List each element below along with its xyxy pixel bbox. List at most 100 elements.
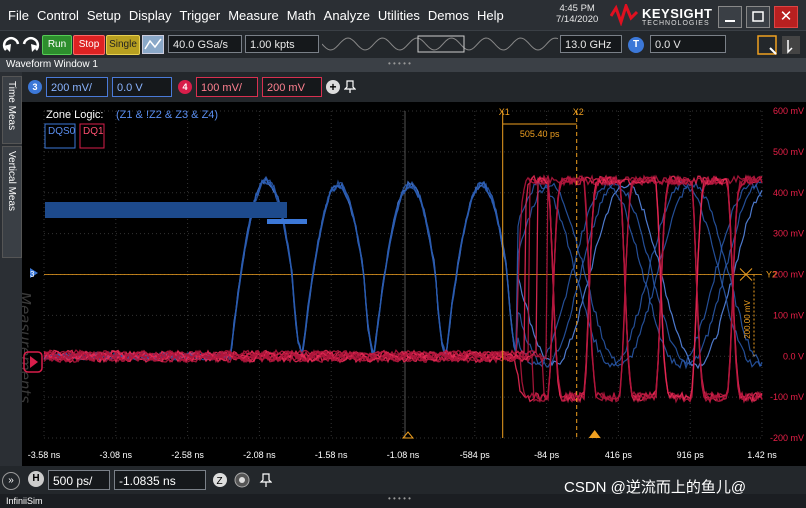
menu-analyze[interactable]: Analyze <box>324 8 370 23</box>
status-app-label: InfiniiSim <box>6 496 43 506</box>
csdn-watermark: CSDN @逆流而上的鱼儿@ <box>564 479 747 496</box>
ch4-scale-field[interactable]: 100 mV/ <box>196 77 258 97</box>
waveform-window-bar: Waveform Window 1 • • • • • <box>0 58 806 72</box>
add-channel-icon[interactable]: + <box>326 80 340 94</box>
undo-redo-icon[interactable] <box>2 34 40 56</box>
x-tick-label: 1.42 ns <box>747 450 777 460</box>
x-tick-label: -3.58 ns <box>28 450 61 460</box>
waveform-plot[interactable]: Measurements X1 X2 505.40 ps Y2 200.00 mV -3… <box>22 102 806 466</box>
measurements-watermark: Measurements <box>22 292 34 403</box>
menu-display[interactable]: Display <box>129 8 172 23</box>
status-drag-handle-icon[interactable]: • • • • • <box>388 492 411 506</box>
x-tick-label: -3.08 ns <box>100 450 133 460</box>
dqs0-label: DQS0 <box>48 126 76 137</box>
menu-items: File Control Setup Display Trigger Measure Mat… <box>8 8 512 23</box>
y-tick-label: -200 mV <box>770 433 804 443</box>
x1-label: X1 <box>499 107 510 117</box>
horizontal-controls: Z <box>213 472 272 488</box>
single-button[interactable]: Single <box>106 35 140 55</box>
horizontal-icon[interactable]: H <box>28 471 44 487</box>
menu-demos[interactable]: Demos <box>428 8 469 23</box>
logo-sub: TECHNOLOGIES <box>642 20 710 27</box>
x-tick-label: -1.08 ns <box>387 450 420 460</box>
time-label: 4:45 PM <box>559 3 595 14</box>
svg-text:Z: Z <box>217 476 223 487</box>
side-tabs: Time Meas Vertical Meas <box>0 72 22 466</box>
bandwidth-field[interactable]: 13.0 GHz <box>560 35 622 53</box>
sample-rate-field[interactable]: 40.0 GSa/s <box>168 35 242 53</box>
zone-logic-label: Zone Logic: <box>46 109 103 121</box>
zone-logic-expr: (Z1 & !Z2 & Z3 & Z4) <box>116 109 218 121</box>
timebase-field[interactable]: 500 ps/ <box>48 470 110 490</box>
expand-icon[interactable]: » <box>2 472 20 490</box>
channel-4-badge[interactable]: 4 <box>178 80 192 94</box>
zone-2-box[interactable] <box>267 219 307 224</box>
horizontal-position-field[interactable]: -1.0835 ns <box>114 470 206 490</box>
logo-brand: KEYSIGHT <box>642 6 713 21</box>
x-tick-label: 416 ps <box>605 450 633 460</box>
y-tick-label: 500 mV <box>773 147 804 157</box>
maximize-icon <box>752 11 764 22</box>
menu-help[interactable]: Help <box>477 8 504 23</box>
menu-utilities[interactable]: Utilities <box>378 8 420 23</box>
y-tick-label: 600 mV <box>773 106 804 116</box>
menu-trigger[interactable]: Trigger <box>179 8 220 23</box>
y-tick-label: 400 mV <box>773 188 804 198</box>
zone-1-box[interactable] <box>45 202 287 218</box>
minimize-button[interactable] <box>718 6 742 28</box>
menu-setup[interactable]: Setup <box>87 8 121 23</box>
delta-y-label: 200.00 mV <box>743 299 752 338</box>
pin-bottom-icon[interactable] <box>259 473 272 487</box>
pin-icon[interactable] <box>344 80 356 94</box>
memory-depth-field[interactable]: 1.00 kpts <box>245 35 319 53</box>
close-button[interactable]: ✕ <box>774 6 798 28</box>
maximize-button[interactable] <box>746 6 770 28</box>
waveform-overview[interactable] <box>322 35 558 54</box>
run-button[interactable]: Run <box>42 35 72 55</box>
toolbar: Run Stop Single 40.0 GSa/s 1.00 kpts 13.… <box>0 31 806 58</box>
channel-3-badge[interactable]: 3 <box>28 80 42 94</box>
menu-file[interactable]: File <box>8 8 29 23</box>
x-tick-label: -84 ps <box>534 450 560 460</box>
close-icon: ✕ <box>779 8 793 25</box>
datetime: 4:45 PM 7/14/2020 <box>556 3 598 25</box>
svg-text:3: 3 <box>30 270 35 279</box>
menu-bar: File Control Setup Display Trigger Measure Mat… <box>0 0 806 31</box>
ch4-offset-field[interactable]: 200 mV <box>262 77 322 97</box>
menu-math[interactable]: Math <box>287 8 316 23</box>
y-tick-label: 100 mV <box>773 310 804 320</box>
oscilloscope-display[interactable]: Measurements X1 X2505.40 psY2200.00 mV -3… <box>22 102 806 466</box>
y-tick-label: -100 mV <box>770 392 804 402</box>
tab-vertical-meas[interactable]: Vertical Meas <box>2 146 22 258</box>
x-tick-label: 916 ps <box>677 450 705 460</box>
keysight-wave-icon <box>609 1 639 27</box>
stop-button[interactable]: Stop <box>73 35 105 55</box>
ch3-scale-field[interactable]: 200 mV/ <box>46 77 108 97</box>
tab-vertical-meas-label: Vertical Meas <box>6 151 17 212</box>
x-tick-label: -2.58 ns <box>171 450 204 460</box>
minimize-icon <box>725 20 735 22</box>
x-tick-label: -584 ps <box>460 450 491 460</box>
y-tick-label: 200 mV <box>773 270 804 280</box>
dq1-label: DQ1 <box>83 126 104 137</box>
y-tick-label: 0.0 V <box>783 351 804 361</box>
waveform-window-title: Waveform Window 1 <box>6 59 98 70</box>
x2-label: X2 <box>573 107 584 117</box>
date-label: 7/14/2020 <box>556 14 599 25</box>
delta-x-label: 505.40 ps <box>520 129 560 139</box>
tab-time-meas[interactable]: Time Meas <box>2 76 22 144</box>
trigger-marker[interactable] <box>588 430 601 438</box>
trigger-level-field[interactable]: 0.0 V <box>650 35 726 53</box>
drag-handle-icon[interactable]: • • • • • <box>388 57 411 71</box>
channel-bar: 3 200 mV/ 0.0 V 4 100 mV/ 200 mV + <box>22 72 806 102</box>
ch3-offset-field[interactable]: 0.0 V <box>112 77 172 97</box>
x-tick-label: -1.58 ns <box>315 450 348 460</box>
zoom-icon[interactable] <box>756 34 802 56</box>
menu-measure[interactable]: Measure <box>228 8 279 23</box>
trigger-icon[interactable]: T <box>628 37 644 53</box>
autoscale-icon[interactable] <box>142 35 164 54</box>
ch3-ground-marker[interactable]: 3 <box>30 268 38 279</box>
x-tick-label: -2.08 ns <box>243 450 276 460</box>
keysight-logo: KEYSIGHT TECHNOLOGIES <box>609 1 712 31</box>
menu-control[interactable]: Control <box>37 8 79 23</box>
